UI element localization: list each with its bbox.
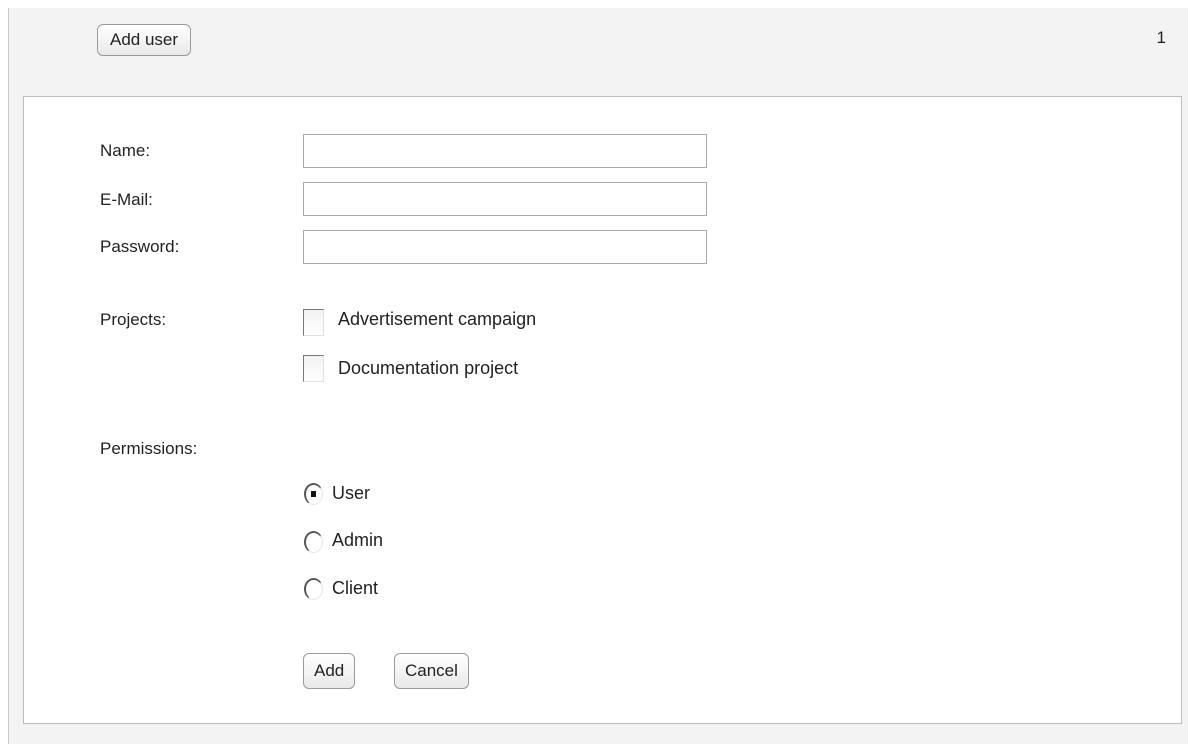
- permission-label-client: Client: [332, 578, 379, 598]
- password-label: Password:: [100, 237, 180, 256]
- add-user-button[interactable]: Add user: [97, 24, 192, 56]
- user-management-frame: Add user 1 Name: E-Mail: Password: Proje…: [8, 8, 1188, 744]
- name-label: Name:: [100, 141, 151, 160]
- name-input[interactable]: [303, 134, 707, 168]
- permission-label-user: User: [332, 483, 371, 503]
- permission-label-admin: Admin: [332, 530, 384, 550]
- permission-radio-user[interactable]: [304, 483, 323, 505]
- add-button[interactable]: Add: [303, 653, 356, 689]
- project-checkbox-advertisement-campaign[interactable]: [303, 309, 324, 336]
- user-count: 1: [1156, 28, 1166, 47]
- password-input[interactable]: [303, 230, 707, 264]
- permission-radio-admin[interactable]: [304, 531, 323, 553]
- cancel-button[interactable]: Cancel: [394, 653, 469, 689]
- project-label-advertisement-campaign: Advertisement campaign: [338, 309, 537, 329]
- email-label: E-Mail:: [100, 190, 153, 209]
- email-input[interactable]: [303, 182, 707, 216]
- permission-radio-client[interactable]: [304, 578, 323, 600]
- permissions-label: Permissions:: [100, 439, 198, 458]
- project-checkbox-documentation-project[interactable]: [303, 355, 324, 382]
- projects-label: Projects:: [100, 310, 167, 329]
- add-user-form: Name: E-Mail: Password: Projects: Advert…: [23, 96, 1182, 724]
- project-label-documentation-project: Documentation project: [338, 358, 519, 378]
